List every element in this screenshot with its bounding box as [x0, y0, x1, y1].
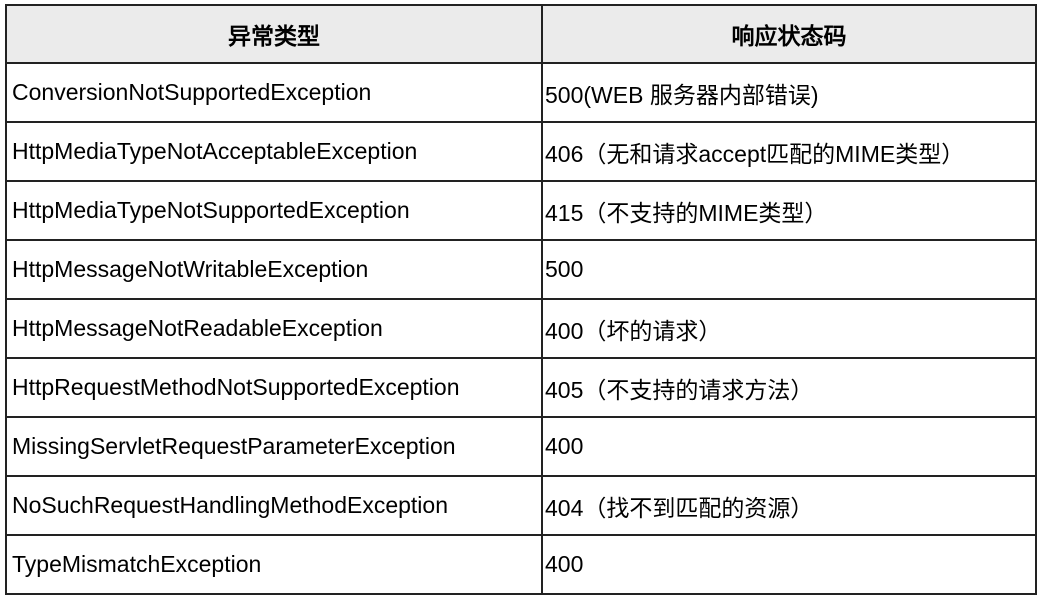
status-cell: 400（坏的请求）: [541, 298, 1037, 359]
status-cell: 400: [541, 416, 1037, 477]
table-row: NoSuchRequestHandlingMethodException 404…: [5, 475, 1037, 536]
exception-cell: HttpMessageNotWritableException: [5, 239, 543, 300]
status-cell: 500: [541, 239, 1037, 300]
exception-cell: TypeMismatchException: [5, 534, 543, 595]
status-cell: 405（不支持的请求方法）: [541, 357, 1037, 418]
status-cell: 400: [541, 534, 1037, 595]
table-row: HttpRequestMethodNotSupportedException 4…: [5, 357, 1037, 418]
header-exception-type: 异常类型: [5, 4, 543, 64]
exception-status-table-container: 异常类型 响应状态码 ConversionNotSupportedExcepti…: [5, 4, 1037, 595]
exception-cell: HttpMediaTypeNotSupportedException: [5, 180, 543, 241]
table-header: 异常类型 响应状态码: [5, 4, 1037, 64]
status-cell: 500(WEB 服务器内部错误): [541, 62, 1037, 123]
status-cell: 406（无和请求accept匹配的MIME类型）: [541, 121, 1037, 182]
exception-status-table: 异常类型 响应状态码 ConversionNotSupportedExcepti…: [5, 4, 1037, 595]
exception-cell: HttpRequestMethodNotSupportedException: [5, 357, 543, 418]
table-row: ConversionNotSupportedException 500(WEB …: [5, 62, 1037, 123]
status-cell: 404（找不到匹配的资源）: [541, 475, 1037, 536]
table-row: HttpMediaTypeNotAcceptableException 406（…: [5, 121, 1037, 182]
table-body: ConversionNotSupportedException 500(WEB …: [5, 62, 1037, 595]
header-row: 异常类型 响应状态码: [5, 4, 1037, 64]
table-row: HttpMediaTypeNotSupportedException 415（不…: [5, 180, 1037, 241]
table-row: TypeMismatchException 400: [5, 534, 1037, 595]
status-cell: 415（不支持的MIME类型）: [541, 180, 1037, 241]
table-row: MissingServletRequestParameterException …: [5, 416, 1037, 477]
exception-cell: HttpMediaTypeNotAcceptableException: [5, 121, 543, 182]
exception-cell: ConversionNotSupportedException: [5, 62, 543, 123]
exception-cell: HttpMessageNotReadableException: [5, 298, 543, 359]
header-status-code: 响应状态码: [541, 4, 1037, 64]
exception-cell: MissingServletRequestParameterException: [5, 416, 543, 477]
table-row: HttpMessageNotWritableException 500: [5, 239, 1037, 300]
table-row: HttpMessageNotReadableException 400（坏的请求…: [5, 298, 1037, 359]
exception-cell: NoSuchRequestHandlingMethodException: [5, 475, 543, 536]
